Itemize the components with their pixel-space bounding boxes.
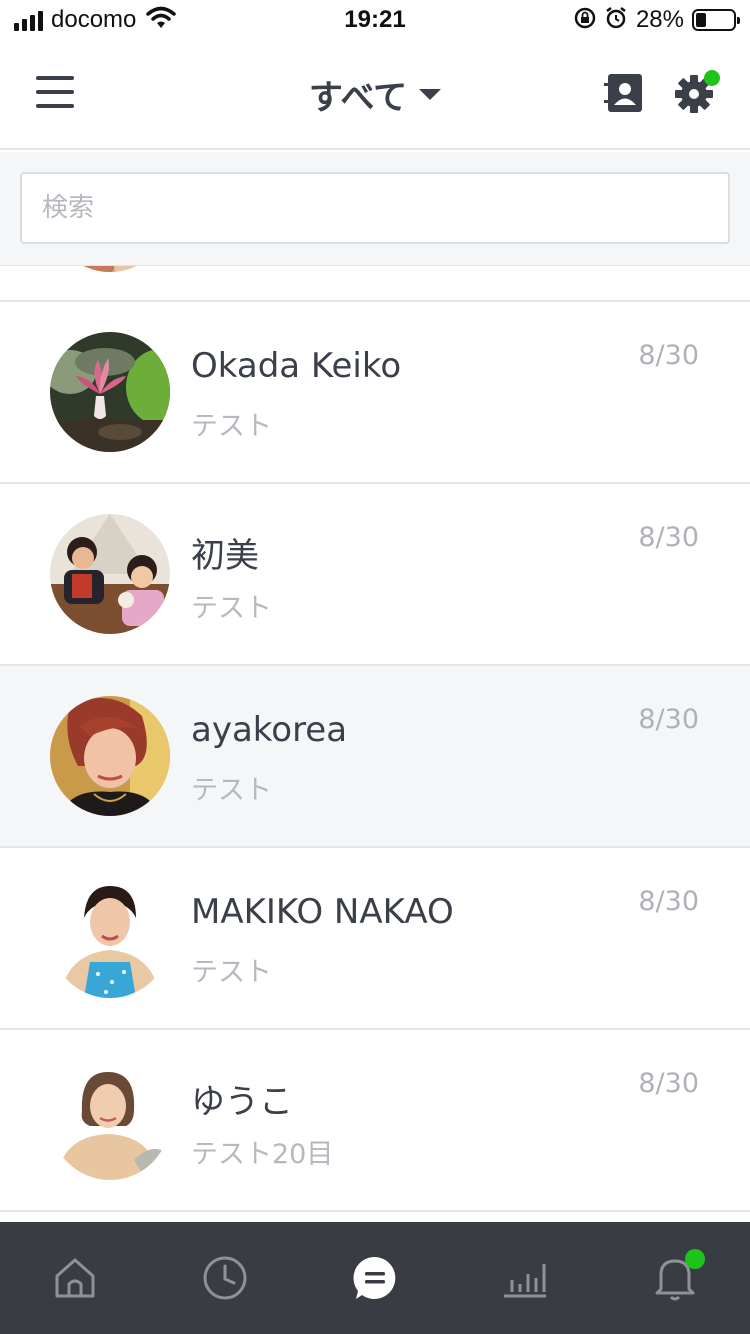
battery-level [696, 13, 707, 27]
chat-name: Okada Keiko [191, 346, 402, 386]
tab-home[interactable] [0, 1222, 150, 1334]
chat-preview: テスト [191, 593, 272, 624]
chat-preview: テスト20目 [191, 1139, 334, 1170]
rotation-lock-icon [574, 7, 596, 33]
alarm-icon [604, 6, 628, 34]
notification-badge [685, 1249, 705, 1269]
chat-date: 8/30 [638, 886, 699, 917]
chat-name: 初美 [191, 536, 259, 576]
chat-date: 8/30 [638, 704, 699, 735]
avatar [50, 266, 170, 272]
chat-date: 8/30 [638, 1068, 699, 1099]
contacts-icon[interactable] [604, 74, 644, 114]
tab-history[interactable] [150, 1222, 300, 1334]
app-header: すべて [0, 40, 750, 150]
gear-icon[interactable] [674, 70, 720, 116]
tab-bar [0, 1222, 750, 1334]
chat-icon [352, 1255, 398, 1301]
chat-preview: テスト [191, 411, 272, 442]
avatar [50, 1060, 170, 1180]
tab-stats[interactable] [450, 1222, 600, 1334]
chat-list[interactable]: Okada Keiko テスト 8/30 初美 テスト 8/30 ayakore… [0, 266, 750, 1222]
tab-chats[interactable] [300, 1222, 450, 1334]
search-input[interactable] [20, 172, 730, 244]
avatar [50, 514, 170, 634]
avatar [50, 696, 170, 816]
search-area [0, 152, 750, 266]
chat-row[interactable]: 初美 テスト 8/30 [0, 484, 750, 666]
home-icon [53, 1256, 97, 1300]
bell-icon [653, 1249, 705, 1301]
filter-dropdown[interactable]: すべて [308, 70, 442, 119]
caret-down-icon [419, 89, 442, 100]
status-bar: docomo 19:21 28% [0, 0, 750, 40]
chat-preview: テスト [191, 957, 272, 988]
filter-label: すべて [308, 78, 408, 118]
avatar [50, 878, 170, 998]
list-item[interactable] [0, 266, 750, 302]
tab-notifications[interactable] [600, 1222, 750, 1334]
chat-date: 8/30 [638, 340, 699, 371]
chat-name: ayakorea [191, 710, 348, 750]
avatar [50, 332, 170, 452]
chat-preview: テスト [191, 775, 272, 806]
chat-row[interactable]: MAKIKO NAKAO テスト 8/30 [0, 848, 750, 1030]
chat-name: MAKIKO NAKAO [191, 892, 454, 932]
chat-row[interactable]: Okada Keiko テスト 8/30 [0, 302, 750, 484]
chat-row[interactable]: ayakorea テスト 8/30 [0, 666, 750, 848]
chat-date: 8/30 [638, 522, 699, 553]
hamburger-icon[interactable] [36, 76, 74, 108]
clock-icon [202, 1255, 248, 1301]
settings-badge [704, 70, 720, 86]
status-right: 28% [574, 6, 740, 34]
stats-icon [502, 1258, 548, 1298]
chat-row[interactable]: ゆうこ テスト20目 8/30 [0, 1030, 750, 1212]
battery-icon [692, 9, 740, 31]
battery-percent: 28% [635, 6, 684, 33]
chat-name: ゆうこ [191, 1082, 293, 1122]
